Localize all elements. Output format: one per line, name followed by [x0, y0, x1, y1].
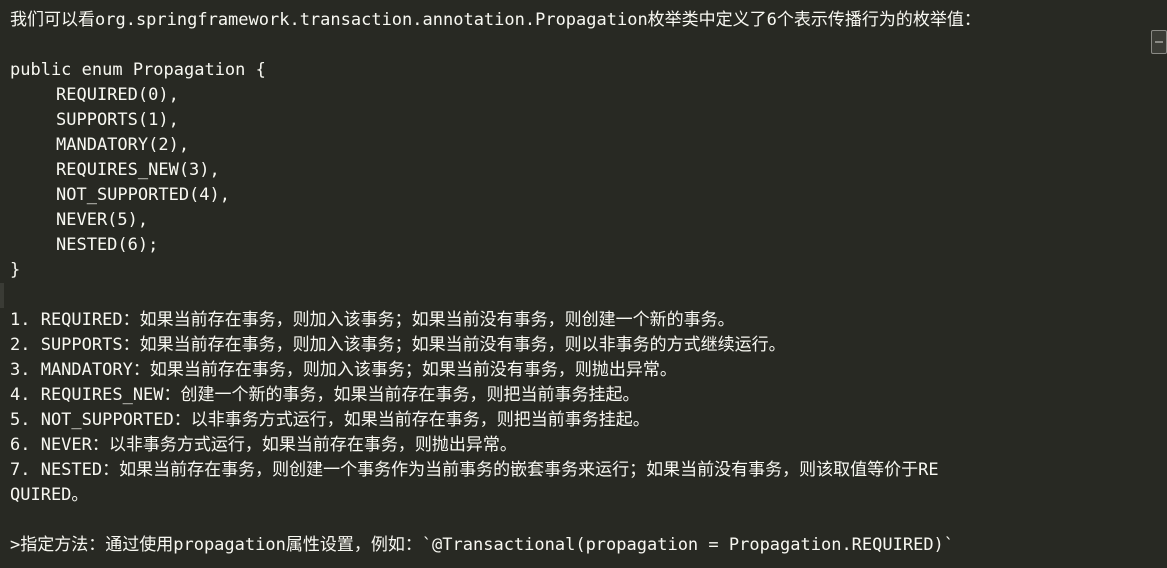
list-item: 3. MANDATORY：如果当前存在事务，则加入该事务；如果当前没有事务，则抛… [10, 360, 677, 380]
list-item: 5. NOT_SUPPORTED：以非事务方式运行，如果当前存在事务，则把当前事… [10, 410, 650, 430]
list-item: 2. SUPPORTS：如果当前存在事务，则加入该事务；如果当前没有事务，则以非… [10, 335, 786, 355]
gutter-marker [0, 283, 4, 308]
scrollbar-thumb[interactable] [1151, 30, 1167, 54]
list-item: 6. NEVER：以非事务方式运行，如果当前存在事务，则抛出异常。 [10, 435, 517, 455]
list-item-wrap: QUIRED。 [10, 485, 89, 505]
code-enum-entry: MANDATORY(2), [56, 135, 190, 155]
note-line: >指定方法：通过使用propagation属性设置，例如：`@Transacti… [10, 535, 955, 555]
list-item: 1. REQUIRED：如果当前存在事务，则加入该事务；如果当前没有事务，则创建… [10, 310, 735, 330]
code-enum-open: public enum Propagation { [10, 60, 266, 80]
list-item: 7. NESTED：如果当前存在事务，则创建一个事务作为当前事务的嵌套事务来运行… [10, 460, 939, 480]
text-editor[interactable]: 我们可以看org.springframework.transaction.ann… [0, 0, 1167, 568]
code-enum-entry: NESTED(6); [56, 235, 159, 255]
code-enum-entry: REQUIRES_NEW(3), [56, 160, 220, 180]
code-enum-entry: SUPPORTS(1), [56, 110, 179, 130]
code-enum-entry: NOT_SUPPORTED(4), [56, 185, 230, 205]
list-item: 4. REQUIRES_NEW：创建一个新的事务，如果当前存在事务，则把当前事务… [10, 385, 640, 405]
intro-line: 我们可以看org.springframework.transaction.ann… [10, 10, 981, 30]
code-enum-close: } [10, 260, 21, 280]
code-enum-entry: NEVER(5), [56, 210, 149, 230]
code-enum-entry: REQUIRED(0), [56, 85, 179, 105]
